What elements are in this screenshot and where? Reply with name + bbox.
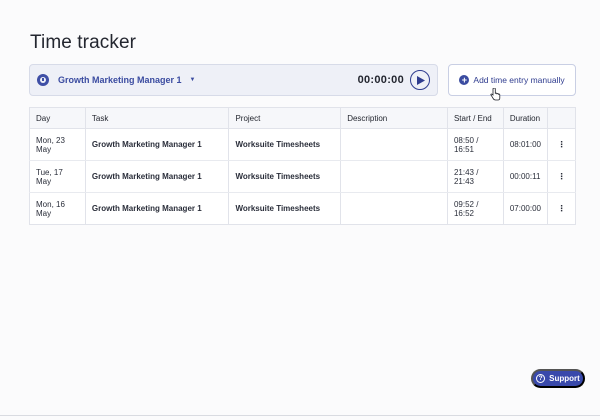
- cell-project[interactable]: Worksuite Timesheets: [228, 192, 342, 225]
- column-header-task[interactable]: Task: [85, 107, 230, 129]
- cell-duration: 00:00:11: [503, 160, 548, 193]
- task-selector[interactable]: Growth Marketing Manager 1 ▼: [30, 74, 195, 86]
- add-time-entry-label: Add time entry manually: [473, 75, 565, 85]
- page-title: Time tracker: [30, 32, 137, 53]
- cell-task[interactable]: Growth Marketing Manager 1: [85, 128, 230, 161]
- column-header-start-end[interactable]: Start / End: [447, 107, 504, 129]
- column-header-description[interactable]: Description: [340, 107, 448, 129]
- kebab-menu-icon[interactable]: ⋮: [547, 160, 576, 193]
- kebab-menu-icon[interactable]: ⋮: [547, 193, 575, 225]
- play-icon: [417, 75, 425, 85]
- column-header-day[interactable]: Day: [29, 107, 86, 129]
- column-header-duration[interactable]: Duration: [503, 107, 548, 129]
- cell-start-end: 09:52 / 16:52: [447, 192, 504, 225]
- cell-day: Mon, 23 May: [29, 128, 86, 161]
- add-time-entry-button[interactable]: + Add time entry manually: [448, 64, 576, 96]
- column-header-actions: [547, 107, 576, 129]
- cell-description[interactable]: [340, 192, 448, 225]
- timer-elapsed: 00:00:00: [357, 74, 404, 86]
- kebab-menu-icon[interactable]: ⋮: [547, 128, 576, 161]
- table-row[interactable]: Tue, 17 May Growth Marketing Manager 1 W…: [29, 160, 576, 193]
- support-label: Support: [549, 374, 580, 383]
- table-row[interactable]: Mon, 23 May Growth Marketing Manager 1 W…: [29, 128, 576, 161]
- cell-project[interactable]: Worksuite Timesheets: [228, 160, 342, 193]
- timer-bar: Growth Marketing Manager 1 ▼ 00:00:00: [29, 64, 438, 96]
- table-row[interactable]: Mon, 16 May Growth Marketing Manager 1 W…: [29, 192, 576, 225]
- cell-start-end: 08:50 / 16:51: [447, 128, 504, 161]
- task-status-icon: [37, 74, 49, 86]
- cell-task[interactable]: Growth Marketing Manager 1: [85, 192, 230, 225]
- cell-duration: 07:00:00: [503, 192, 548, 225]
- cell-day: Mon, 16 May: [29, 192, 86, 225]
- time-entries-table: Day Task Project Description Start / End…: [29, 107, 576, 225]
- question-circle-icon: ?: [536, 374, 546, 383]
- cell-project[interactable]: Worksuite Timesheets: [228, 128, 342, 161]
- cell-description[interactable]: [340, 128, 448, 161]
- support-button[interactable]: ? Support: [531, 369, 585, 388]
- hand-pointer-icon: [490, 88, 501, 101]
- cell-description[interactable]: [340, 160, 448, 193]
- chevron-down-icon: ▼: [189, 77, 196, 83]
- cell-duration: 08:01:00: [503, 128, 548, 161]
- cell-start-end: 21:43 / 21:43: [447, 160, 504, 193]
- timer-task-label: Growth Marketing Manager 1: [58, 75, 182, 85]
- plus-circle-icon: +: [459, 75, 470, 85]
- cell-day: Tue, 17 May: [29, 160, 86, 193]
- start-timer-button[interactable]: [410, 70, 430, 90]
- column-header-project[interactable]: Project: [228, 107, 342, 129]
- cell-task[interactable]: Growth Marketing Manager 1: [85, 160, 230, 193]
- time-tracker-page: Time tracker Growth Marketing Manager 1 …: [0, 0, 600, 420]
- table-header-row: Day Task Project Description Start / End…: [29, 107, 576, 129]
- bottom-divider: [0, 415, 600, 416]
